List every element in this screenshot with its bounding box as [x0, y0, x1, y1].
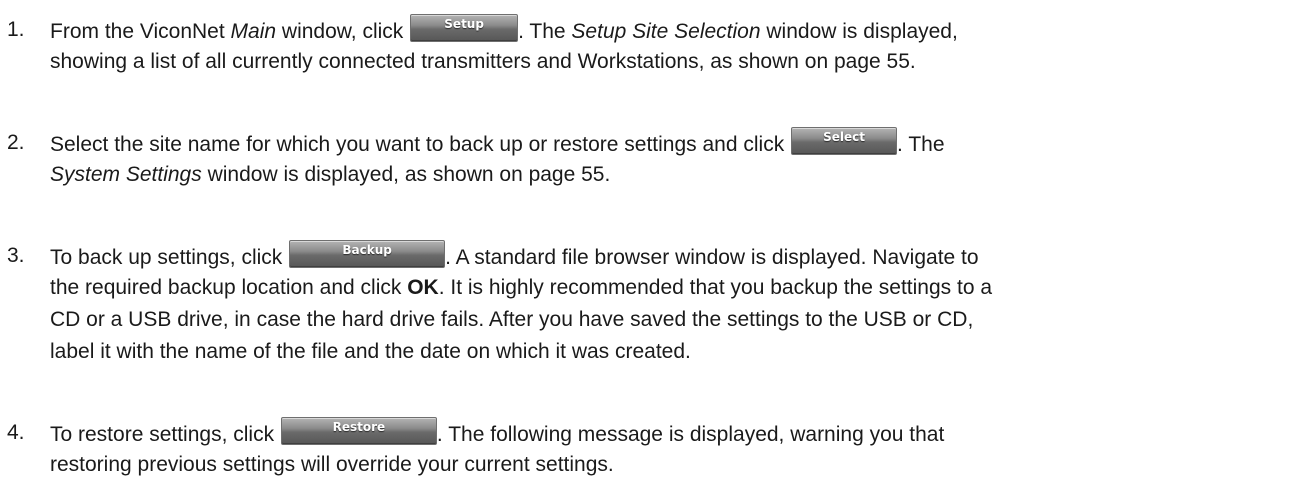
text-run: window is displayed, as shown on page 55…: [201, 163, 611, 186]
text-run: To back up settings, click: [50, 246, 289, 269]
text-run-italic: Setup Site Selection: [571, 20, 761, 43]
text-run: window is displayed,: [760, 20, 958, 43]
backup-button[interactable]: Backup: [289, 240, 446, 268]
document-page: 1. From the ViconNet Main window, click …: [0, 0, 1292, 502]
text-line: To restore settings, click Restore . The …: [50, 417, 1270, 449]
text-run: CD or a USB drive, in case the hard driv…: [50, 308, 974, 331]
text-run: . A standard file browser window is disp…: [445, 246, 979, 269]
step-number: 1.: [7, 18, 25, 41]
text-line: showing a list of all currently connecte…: [50, 46, 1270, 78]
step-number: 2.: [7, 131, 25, 154]
select-button[interactable]: Select: [791, 127, 898, 155]
button-label: Backup: [342, 243, 392, 257]
text-line: the required backup location and click O…: [50, 272, 1270, 304]
text-run: . The following message is displayed, wa…: [436, 423, 945, 446]
text-run-italic: System Settings: [50, 163, 202, 186]
text-run: . The: [897, 133, 945, 156]
text-run: the required backup location and click: [50, 276, 408, 299]
text-run: . The: [518, 20, 572, 43]
text-run: . It is highly recommended that you back…: [438, 276, 993, 299]
setup-button[interactable]: Setup: [410, 14, 519, 42]
step-text: To back up settings, click Backup . A sta…: [50, 240, 1270, 368]
text-line: Select the site name for which you want …: [50, 127, 1270, 159]
text-run: window, click: [276, 20, 410, 43]
text-line: From the ViconNet Main window, click Set…: [50, 14, 1270, 46]
text-run-bold: OK: [407, 276, 439, 299]
button-label: Select: [823, 130, 865, 144]
step-text: To restore settings, click Restore . The …: [50, 417, 1270, 481]
text-run: From the ViconNet: [50, 20, 231, 43]
step-number: 4.: [7, 421, 25, 444]
button-label: Setup: [444, 17, 484, 31]
step-number: 3.: [7, 244, 25, 267]
text-run: showing a list of all currently connecte…: [50, 50, 916, 73]
text-line: To back up settings, click Backup . A sta…: [50, 240, 1270, 272]
text-line: System Settings window is displayed, as …: [50, 159, 1270, 191]
text-run-italic: Main: [230, 20, 277, 43]
restore-button[interactable]: Restore: [280, 417, 437, 445]
text-run: restoring previous settings will overrid…: [50, 453, 614, 476]
text-line: CD or a USB drive, in case the hard driv…: [50, 304, 1270, 336]
text-run: label it with the name of the file and t…: [50, 340, 691, 363]
step-text: Select the site name for which you want …: [50, 127, 1270, 191]
text-run: Select the site name for which you want …: [50, 133, 791, 156]
text-line: restoring previous settings will overrid…: [50, 449, 1270, 481]
text-line: label it with the name of the file and t…: [50, 336, 1270, 368]
button-label: Restore: [332, 420, 386, 434]
step-text: From the ViconNet Main window, click Set…: [50, 14, 1270, 78]
text-run: To restore settings, click: [50, 423, 280, 446]
